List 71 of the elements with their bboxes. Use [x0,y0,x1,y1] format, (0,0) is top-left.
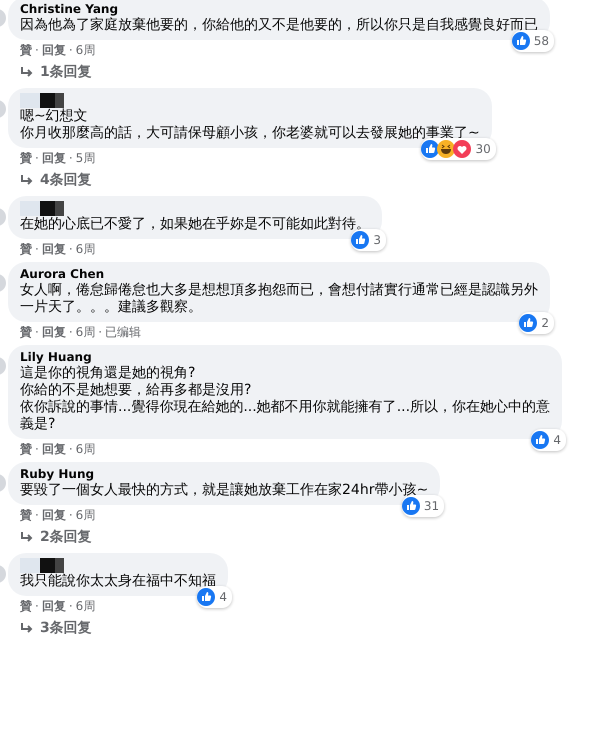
reply-arrow-icon [20,66,34,78]
reply-arrow-icon [20,532,34,544]
reply-link[interactable]: 回复 [42,43,66,58]
separator-dot: · [35,599,39,614]
separator-dot: · [68,325,73,340]
reply-link[interactable]: 回复 [42,599,66,614]
timestamp: 6周 [76,325,96,340]
separator-dot: · [98,325,102,340]
separator-dot: · [68,599,73,614]
thumbs-up-icon [519,314,538,332]
reply-link[interactable]: 回复 [42,242,66,257]
like-link[interactable]: 贊 [20,325,32,340]
separator-dot: · [68,508,73,523]
timestamp: 6周 [76,508,96,523]
timestamp: 已编辑 [105,325,142,340]
author-name[interactable]: Lily Huang [20,350,92,365]
author-name[interactable]: Ruby Hung [20,467,94,482]
comment-text: 女人啊，倦怠歸倦怠也大多是想想頂多抱怨而已，會想付諸實行通常已經是認識另外 [20,282,538,299]
reply-link[interactable]: 回复 [42,151,66,166]
reaction-badge[interactable]: 31 [402,495,444,517]
thumbs-up-icon [402,497,420,515]
timestamp: 6周 [76,599,96,614]
comment-text: 你給的不是她想要，給再多都是沒用? [20,382,252,399]
reply-link[interactable]: 回复 [42,325,66,340]
separator-dot: · [35,151,39,166]
separator-dot: · [68,151,73,166]
reaction-badge[interactable]: 30 [421,138,496,160]
comment-text: 一片天了。。。建議多觀察。 [20,299,202,316]
thumbs-up-icon [421,140,440,158]
reaction-badge[interactable]: 3 [351,229,386,251]
like-link[interactable]: 贊 [20,599,32,614]
author-name[interactable]: Aurora Chen [20,267,104,282]
separator-dot: · [35,508,39,523]
timestamp: 6周 [76,442,96,457]
timestamp: 5周 [76,151,96,166]
reaction-badge[interactable]: 58 [512,30,554,52]
thumbs-up-icon [197,588,216,606]
view-replies-button[interactable]: 4条回复 [20,172,92,189]
timestamp: 6周 [76,242,96,257]
like-link[interactable]: 贊 [20,508,32,523]
separator-dot: · [68,242,73,257]
reply-link[interactable]: 回复 [42,508,66,523]
like-link[interactable]: 贊 [20,151,32,166]
comment-text: 依你訴說的事情...覺得你現在給她的...她都不用你就能擁有了...所以，你在她心中的意 [20,399,550,416]
like-link[interactable]: 贊 [20,242,32,257]
reply-link[interactable]: 回复 [42,442,66,457]
view-replies-button[interactable]: 2条回复 [20,529,92,546]
like-link[interactable]: 贊 [20,442,32,457]
separator-dot: · [68,43,73,58]
reaction-badge[interactable]: 4 [531,429,566,451]
comment-text: 嗯~幻想文 [20,108,88,125]
reaction-badge[interactable]: 2 [519,312,554,334]
separator-dot: · [35,442,39,457]
comment-text: 義是? [20,416,56,433]
thumbs-up-icon [512,32,530,50]
timestamp: 6周 [76,43,96,58]
reaction-badge[interactable]: 4 [197,586,232,608]
reply-arrow-icon [20,174,34,186]
view-replies-button[interactable]: 1条回复 [20,64,92,81]
thumbs-up-icon [531,431,550,449]
separator-dot: · [35,242,39,257]
separator-dot: · [35,325,39,340]
comment-text: 這是你的視角還是她的視角? [20,365,196,382]
reply-arrow-icon [20,622,34,634]
separator-dot: · [35,43,39,58]
separator-dot: · [68,442,73,457]
author-name[interactable]: Christine Yang [20,2,118,17]
view-replies-button[interactable]: 3条回复 [20,620,92,637]
thumbs-up-icon [351,231,370,249]
like-link[interactable]: 贊 [20,43,32,58]
laughing-face-icon [437,140,456,158]
